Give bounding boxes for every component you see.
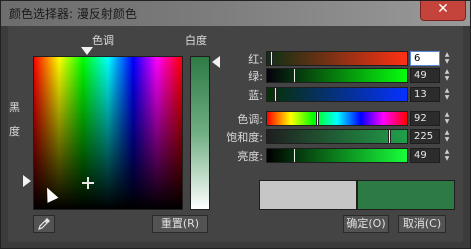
red-value-field[interactable]: 6 [410,51,440,66]
green-spinner[interactable]: ▲ ▼ [441,68,453,83]
original-color-swatch [259,180,357,210]
saturation-slider-thumb[interactable] [388,129,391,144]
whiteness-label: 白度 [185,34,207,47]
blackness-label-1: 黑 [9,101,20,114]
blue-slider[interactable] [266,87,408,102]
brightness-slider-thumb[interactable] [293,148,296,163]
blackness-marker[interactable] [23,175,31,187]
hue-slider-thumb[interactable] [316,111,319,126]
slider-label-brightness: 亮度: [237,150,263,163]
green-value-field[interactable]: 49 [410,68,440,83]
blue-value-field[interactable]: 13 [410,87,440,102]
hue-marker[interactable] [81,47,93,55]
hue-value-field[interactable]: 92 [410,111,440,126]
slider-label-green: 绿: [248,70,263,83]
blackness-label-2: 度 [9,125,20,138]
title-bar: 颜色选择器: 漫反射颜色 ✕ [0,0,471,26]
whiteness-strip[interactable] [190,56,210,210]
saturation-spinner[interactable]: ▲ ▼ [441,129,453,144]
slider-label-hue: 色调: [237,113,263,126]
cancel-button[interactable]: 取消(C) [398,215,446,233]
hue-label: 色调 [92,34,114,47]
window-title: 颜色选择器: 漫反射颜色 [9,7,137,21]
reset-button[interactable]: 重置(R) [152,215,208,233]
eyedropper-button[interactable] [33,215,55,233]
ok-button[interactable]: 确定(O) [343,215,389,233]
blue-slider-thumb[interactable] [274,87,277,102]
slider-label-saturation: 饱和度: [226,131,263,144]
red-spinner[interactable]: ▲ ▼ [441,51,453,66]
saturation-slider[interactable] [266,129,408,144]
brightness-slider[interactable] [266,148,408,163]
saturation-value-field[interactable]: 225 [410,129,440,144]
red-slider[interactable] [266,51,408,66]
brightness-value-field[interactable]: 49 [410,148,440,163]
hue-blackness-picker[interactable] [33,56,183,210]
slider-label-blue: 蓝: [248,89,263,102]
blue-spinner[interactable]: ▲ ▼ [441,87,453,102]
green-slider[interactable] [266,68,408,83]
red-slider-thumb[interactable] [270,51,273,66]
hue-slider[interactable] [266,111,408,126]
close-button[interactable]: ✕ [420,0,466,21]
brightness-spinner[interactable]: ▲ ▼ [441,148,453,163]
current-color-swatch [357,180,455,210]
green-slider-thumb[interactable] [293,68,296,83]
eyedropper-icon [38,218,50,230]
slider-label-red: 红: [248,53,263,66]
hue-spinner[interactable]: ▲ ▼ [441,111,453,126]
picker-crosshair [82,177,94,189]
